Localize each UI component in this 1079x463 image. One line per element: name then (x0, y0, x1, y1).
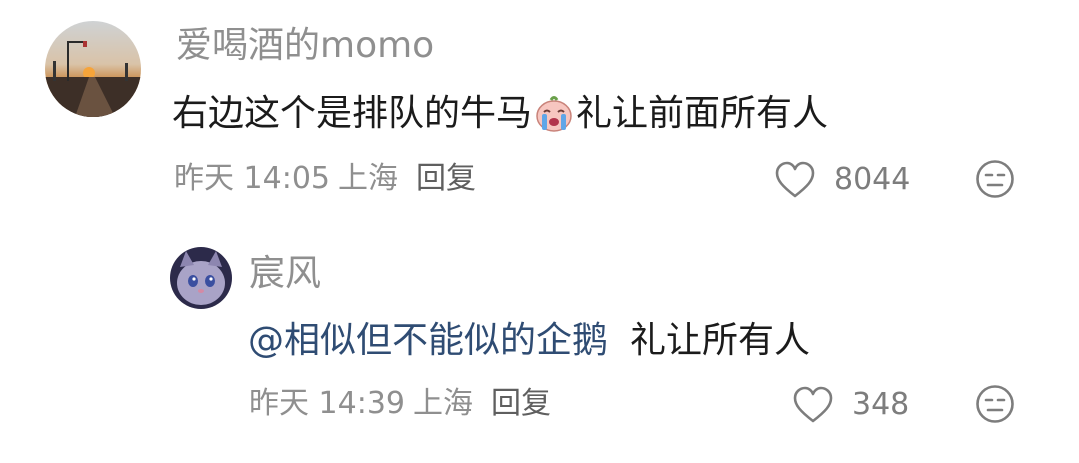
avatar[interactable] (45, 21, 141, 117)
like-count: 348 (852, 387, 910, 422)
reply-button[interactable]: 回复 (416, 164, 476, 194)
comment-text-part: 右边这个是排队的牛马 (172, 93, 533, 134)
like-count: 8044 (834, 162, 911, 197)
like-button[interactable]: 8044 (774, 161, 910, 199)
comment-text-part: 礼让所有人 (630, 320, 811, 361)
reply-button[interactable]: 回复 (491, 389, 551, 419)
comment-location: 上海 (413, 386, 473, 421)
comment-text-part: 礼让前面所有人 (576, 93, 829, 134)
heart-icon (775, 161, 815, 198)
unamused-face-icon (976, 160, 1014, 198)
comment-text: @相似但不能似的企鹅 礼让所有人 (248, 323, 810, 359)
mention-link[interactable]: @相似但不能似的企鹅 (248, 323, 608, 359)
unamused-face-icon (976, 385, 1014, 423)
comment-time: 昨天 14:39 (249, 386, 405, 421)
heart-icon (793, 386, 833, 423)
like-button[interactable]: 348 (792, 386, 909, 424)
comment-time: 昨天 14:05 (174, 161, 330, 196)
comment-text: 右边这个是排队的牛马 礼让前面所有人 (172, 94, 828, 134)
crying-face-emoji-icon (534, 94, 574, 134)
dislike-button[interactable] (975, 384, 1015, 428)
username[interactable]: 宸风 (249, 256, 321, 292)
comment-meta: 昨天 14:05 上海 回复 (174, 164, 476, 194)
dislike-button[interactable] (975, 159, 1015, 203)
comment-meta: 昨天 14:39 上海 回复 (249, 389, 551, 419)
comment-location: 上海 (338, 161, 398, 196)
avatar[interactable] (170, 247, 232, 309)
username[interactable]: 爱喝酒的momo (176, 28, 434, 64)
